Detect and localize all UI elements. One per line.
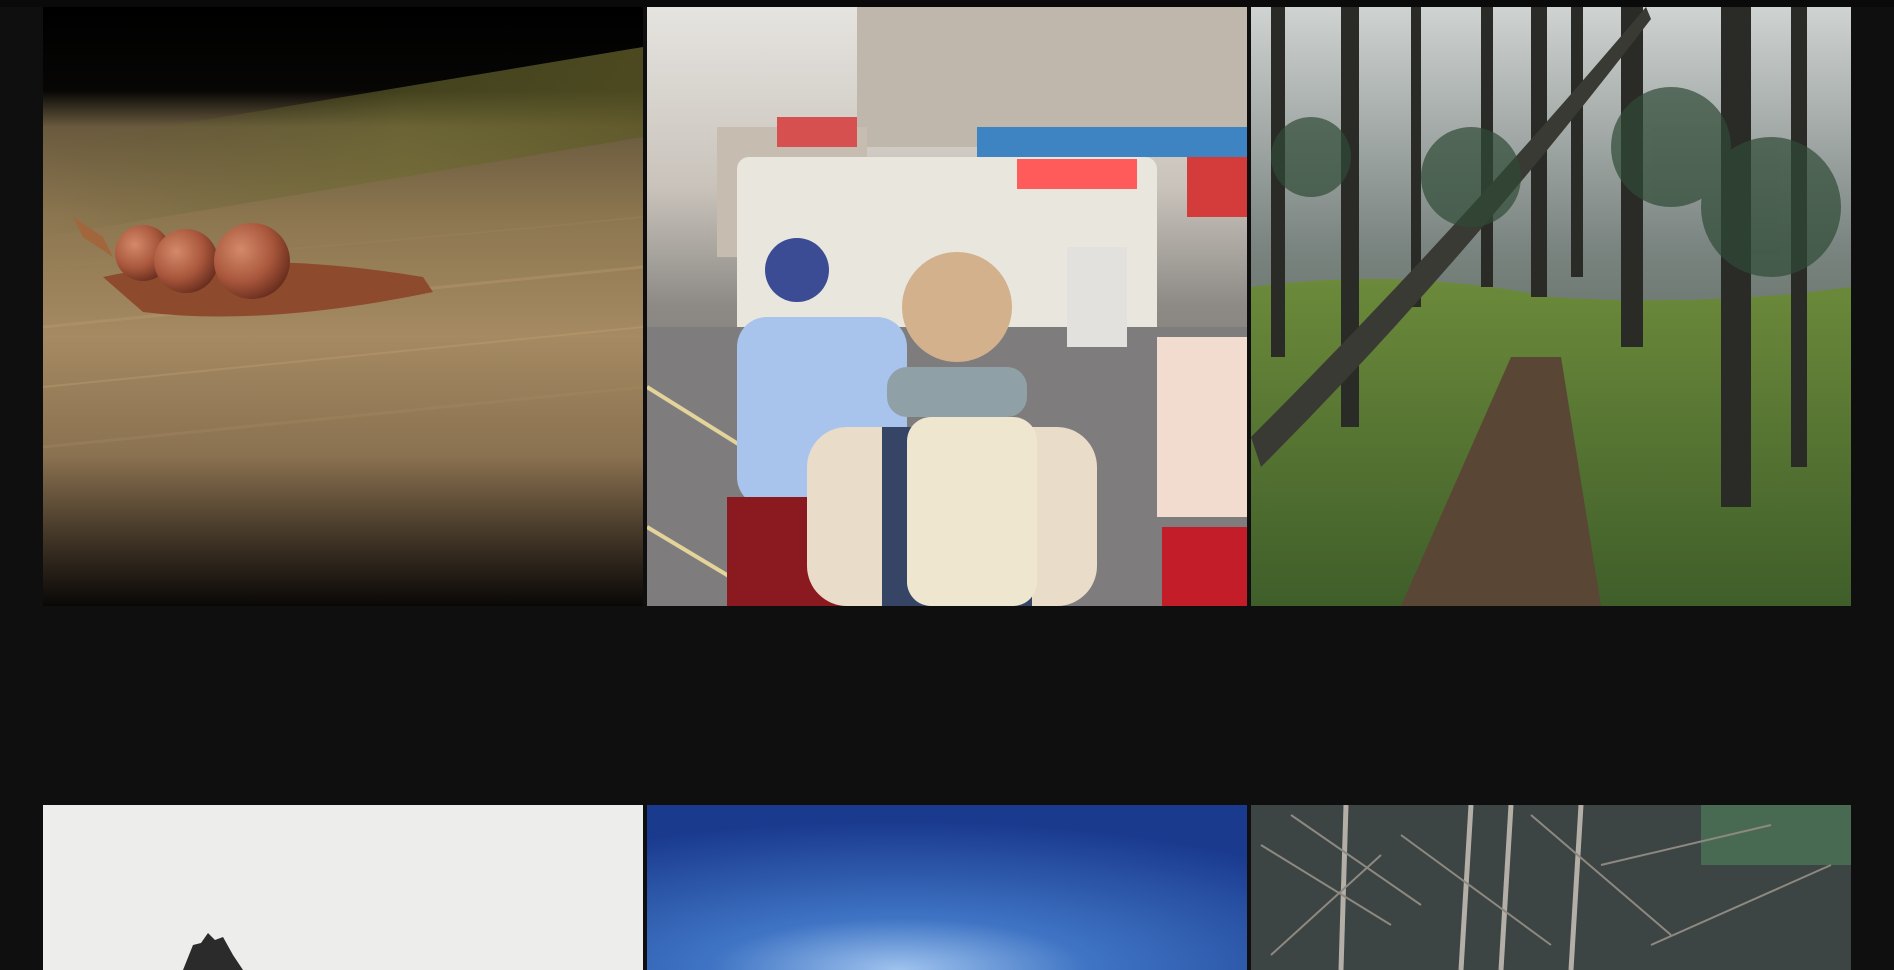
forest-trail-image [1251, 7, 1851, 606]
misty-rock-image [43, 805, 643, 970]
street-traffic-image [647, 7, 1247, 606]
gallery-tile-branches[interactable] [1251, 805, 1851, 970]
gallery-row-1 [43, 7, 1851, 606]
acorns-on-wood-image [43, 7, 643, 606]
gallery-page [0, 0, 1894, 970]
blue-sky-image [647, 805, 1247, 970]
top-bar [0, 0, 1894, 7]
gallery-row-2 [43, 805, 1851, 970]
gallery-tile-acorns[interactable] [43, 7, 643, 606]
gallery-tile-blue-sky[interactable] [647, 805, 1247, 970]
gallery-tile-forest[interactable] [1251, 7, 1851, 606]
gallery-tile-misty-rock[interactable] [43, 805, 643, 970]
bare-branches-image [1251, 805, 1851, 970]
gallery-tile-street[interactable] [647, 7, 1247, 606]
